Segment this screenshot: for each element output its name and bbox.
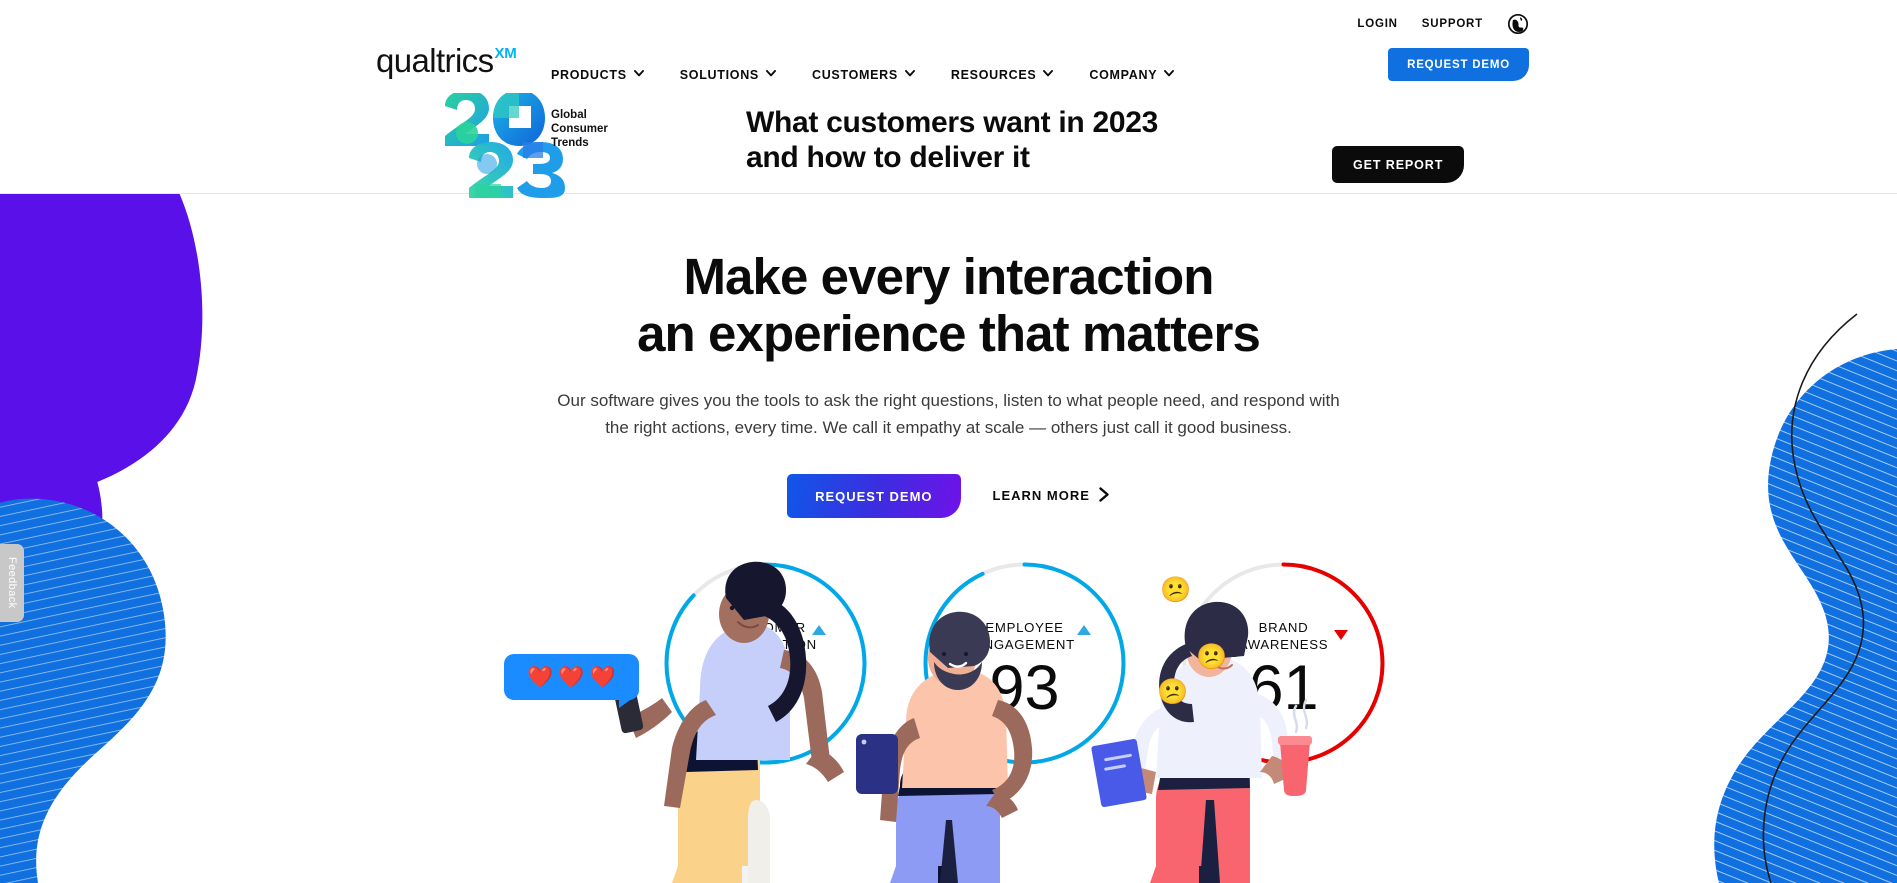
support-link[interactable]: SUPPORT: [1422, 18, 1483, 30]
request-demo-button[interactable]: REQUEST DEMO: [787, 473, 961, 518]
chevron-down-icon: [1164, 70, 1175, 80]
hero-subheading-line1: Our software gives you the tools to ask …: [557, 391, 1340, 411]
get-report-button[interactable]: GET REPORT: [1332, 146, 1465, 183]
hero-heading-line1: Make every interaction: [683, 248, 1214, 305]
frown-face-icon: 😕: [1160, 576, 1192, 604]
logo-wordmark: qualtrics: [376, 42, 494, 79]
gauge-label-2: EMPLOYEE ENGAGEMENT: [921, 620, 1128, 654]
gct-caption-line1: Global: [551, 109, 587, 121]
gauge-value-1: 87: [730, 653, 801, 723]
nav-label-resources: RESOURCES: [950, 68, 1037, 82]
chevron-down-icon: [1043, 70, 1054, 80]
nav-item-company[interactable]: COMPANY: [1089, 62, 1192, 88]
triangle-down-icon: [1334, 630, 1348, 640]
hero-subheading: Our software gives you the tools to ask …: [554, 387, 1344, 441]
heart-icon: ❤️: [527, 665, 554, 689]
utility-nav: LOGIN SUPPORT: [1357, 13, 1529, 35]
promo-banner: Global Consumer Trends What customers wa…: [0, 90, 1897, 198]
top-navigation: qualtrics XM PRODUCTS SOLUTIONS CUSTOMER…: [0, 0, 1897, 93]
gauge-label-2-line2: ENGAGEMENT: [974, 636, 1075, 652]
nav-item-solutions[interactable]: SOLUTIONS: [680, 62, 794, 88]
gauge-customer-satisfaction: CUSTOMER SATISFACTION 87: [662, 560, 869, 767]
login-link[interactable]: LOGIN: [1357, 18, 1397, 30]
nav-label-solutions: SOLUTIONS: [679, 68, 759, 82]
promo-headline-line1: What customers want in 2023: [746, 106, 1159, 139]
promo-headline: What customers want in 2023 and how to d…: [746, 105, 1158, 176]
gauge-label-3-line2: AWARENESS: [1238, 636, 1329, 652]
heart-icon: ❤️: [589, 665, 616, 689]
nav-item-resources[interactable]: RESOURCES: [951, 62, 1071, 88]
gauge-label-1-line2: SATISFACTION: [714, 636, 817, 652]
primary-nav: PRODUCTS SOLUTIONS CUSTOMERS RESOURCES C…: [551, 62, 1210, 88]
feedback-tab-label: Feedback: [6, 557, 18, 609]
hero-heading-line2: an experience that matters: [637, 305, 1261, 363]
hero-section: Make every interaction an experience tha…: [0, 194, 1897, 883]
page-title: Make every interaction an experience tha…: [0, 248, 1897, 362]
frown-face-icon: 😕: [1196, 643, 1228, 671]
page-root: Make every interaction an experience tha…: [0, 0, 1897, 883]
gauge-employee-engagement: EMPLOYEE ENGAGEMENT 93: [921, 560, 1128, 767]
learn-more-link[interactable]: LEARN MORE: [992, 486, 1110, 505]
nav-item-products[interactable]: PRODUCTS: [551, 62, 662, 88]
gct-caption-line2: Consumer: [551, 123, 608, 136]
triangle-up-icon: [812, 625, 826, 635]
chat-bubble-hearts: ❤️ ❤️ ❤️: [504, 654, 639, 708]
nav-label-company: COMPANY: [1089, 68, 1158, 82]
frown-face-icon: 😕: [1157, 678, 1189, 706]
request-demo-top-button[interactable]: REQUEST DEMO: [1388, 48, 1529, 81]
triangle-up-icon: [1077, 625, 1091, 635]
gct-caption-line3: Trends: [551, 137, 589, 150]
gauge-value-2: 93: [989, 653, 1060, 723]
globe-icon[interactable]: [1507, 13, 1529, 35]
nav-label-products: PRODUCTS: [551, 68, 627, 82]
qualtrics-logo[interactable]: qualtrics XM: [376, 44, 517, 77]
chevron-right-icon: [1099, 486, 1110, 505]
feedback-tab[interactable]: Feedback: [0, 544, 24, 622]
gauge-label-2-line1: EMPLOYEE: [985, 620, 1064, 635]
heart-icon: ❤️: [558, 665, 585, 689]
nav-label-customers: CUSTOMERS: [811, 68, 898, 82]
promo-headline-line2: and how to deliver it: [746, 141, 1030, 175]
gct-caption: Global Consumer Trends: [551, 108, 608, 150]
chevron-down-icon: [766, 70, 776, 80]
nav-item-customers[interactable]: CUSTOMERS: [812, 62, 933, 88]
gauge-label-1: CUSTOMER SATISFACTION: [662, 620, 869, 654]
hero-cta-group: REQUEST DEMO LEARN MORE: [0, 473, 1897, 518]
metrics-group: CUSTOMER SATISFACTION 87 EMPLOYEE ENGAGE…: [0, 560, 1897, 883]
chevron-down-icon: [904, 70, 915, 80]
logo-xm-mark: XM: [494, 45, 517, 62]
gauge-label-3-line1: BRAND: [1258, 620, 1309, 635]
hero-content: Make every interaction an experience tha…: [0, 194, 1897, 518]
learn-more-label: LEARN MORE: [992, 488, 1090, 504]
chevron-down-icon: [633, 70, 644, 80]
hero-subheading-line2: the right actions, every time. We call i…: [605, 418, 1292, 438]
gauge-label-1-line1: CUSTOMER: [725, 620, 806, 635]
